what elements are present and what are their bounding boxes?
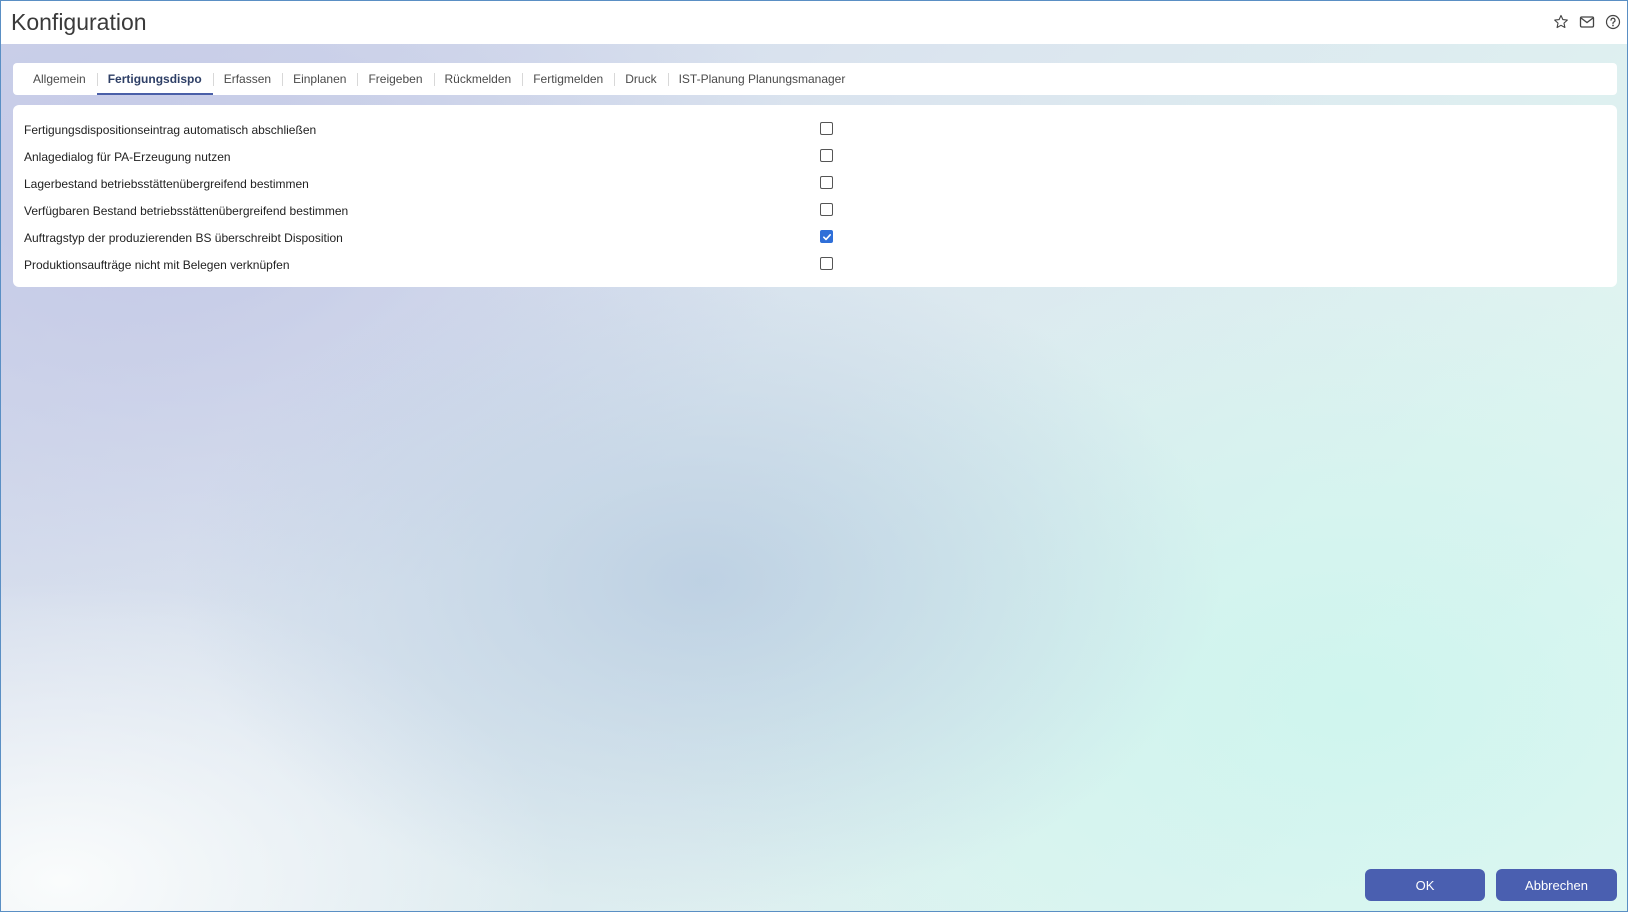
setting-row: Verfügbaren Bestand betriebsstättenüberg… — [13, 197, 1617, 224]
tab-bar: Allgemein Fertigungsdispo Erfassen Einpl… — [13, 63, 1617, 95]
checkmark-icon — [822, 233, 831, 240]
tab-freigeben[interactable]: Freigeben — [357, 63, 433, 95]
setting-row: Produktionsaufträge nicht mit Belegen ve… — [13, 251, 1617, 278]
setting-checkbox[interactable] — [820, 257, 833, 270]
header-icons — [1552, 13, 1622, 31]
header-bar: Konfiguration — [1, 1, 1627, 44]
help-icon[interactable] — [1604, 13, 1622, 31]
setting-label: Verfügbaren Bestand betriebsstättenüberg… — [24, 204, 349, 218]
tab-allgemein[interactable]: Allgemein — [13, 63, 97, 95]
setting-row: Anlagedialog für PA-Erzeugung nutzen — [13, 143, 1617, 170]
tab-fertigungsdispo[interactable]: Fertigungsdispo — [96, 63, 213, 95]
setting-checkbox[interactable] — [820, 176, 833, 189]
setting-label: Anlagedialog für PA-Erzeugung nutzen — [24, 150, 231, 164]
setting-checkbox[interactable] — [820, 149, 833, 162]
tab-fertigmelden[interactable]: Fertigmelden — [522, 63, 614, 95]
tab-erfassen[interactable]: Erfassen — [212, 63, 282, 95]
setting-label: Auftragstyp der produzierenden BS übersc… — [24, 231, 343, 245]
setting-row: Auftragstyp der produzierenden BS übersc… — [13, 224, 1617, 251]
setting-row: Fertigungsdispositionseintrag automatisc… — [13, 116, 1617, 143]
tab-ist-planung[interactable]: IST-Planung Planungsmanager — [667, 63, 857, 95]
mail-icon[interactable] — [1578, 13, 1596, 31]
setting-label: Produktionsaufträge nicht mit Belegen ve… — [24, 258, 290, 272]
setting-label: Fertigungsdispositionseintrag automatisc… — [24, 123, 317, 137]
ok-button[interactable]: OK — [1365, 869, 1485, 901]
cancel-button[interactable]: Abbrechen — [1496, 869, 1617, 901]
tab-druck[interactable]: Druck — [614, 63, 667, 95]
setting-checkbox[interactable] — [820, 230, 833, 243]
setting-checkbox[interactable] — [820, 203, 833, 216]
setting-checkbox[interactable] — [820, 122, 833, 135]
setting-row: Lagerbestand betriebsstättenübergreifend… — [13, 170, 1617, 197]
star-icon[interactable] — [1552, 13, 1570, 31]
settings-panel: Fertigungsdispositionseintrag automatisc… — [13, 105, 1617, 287]
page-title: Konfiguration — [11, 9, 147, 35]
tab-einplanen[interactable]: Einplanen — [282, 63, 357, 95]
window-frame: Konfiguration Allgemein Fertigungsdispo … — [0, 0, 1628, 912]
setting-label: Lagerbestand betriebsstättenübergreifend… — [24, 177, 309, 191]
tab-rueckmelden[interactable]: Rückmelden — [433, 63, 523, 95]
